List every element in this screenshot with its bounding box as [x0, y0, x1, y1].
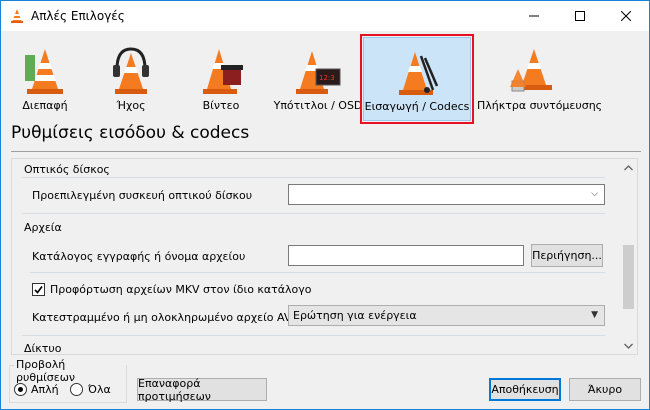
group-separator [22, 213, 605, 214]
section-title: Ρυθμίσεις εισόδου & codecs [11, 123, 250, 143]
svg-text:12:3: 12:3 [319, 74, 335, 82]
record-dir-label: Κατάλογος εγγραφής ή όνομα αρχείου [32, 250, 246, 263]
damaged-avi-label: Κατεστραμμένο ή μη ολοκληρωμένο αρχείο A… [32, 311, 295, 324]
preload-mkv-label: Προφόρτωση αρχείων MKV στον ίδιο κατάλογ… [50, 283, 312, 296]
chevron-down-icon: ⌵ [591, 189, 598, 199]
category-hotkeys[interactable]: Πλήκτρα συντόμευσης [477, 37, 603, 121]
group-title-files: Αρχεία [24, 221, 62, 234]
checkmark-icon [34, 286, 43, 294]
group-separator [22, 177, 605, 178]
show-settings-legend: Προβολή ρυθμίσεων [14, 358, 126, 384]
preferences-window: Απλές Επιλογές Διεπαφή Ήχος Βίντεο 12:3 … [0, 0, 650, 410]
show-simple-radio[interactable] [14, 383, 27, 396]
maximize-button[interactable] [557, 1, 603, 31]
interface-cone-icon [25, 49, 63, 94]
close-button[interactable] [603, 1, 649, 31]
damaged-avi-combo[interactable]: Ερώτηση για ενέργεια ▼ [288, 305, 605, 326]
save-button[interactable]: Αποθήκευση [489, 378, 561, 401]
cancel-button[interactable]: Άκυρο [569, 378, 641, 401]
category-label: Ήχος [116, 99, 146, 112]
vertical-scrollbar[interactable] [620, 159, 637, 354]
show-simple-label: Απλή [31, 383, 59, 396]
group-separator [22, 335, 605, 336]
show-all-radio[interactable] [70, 383, 83, 396]
vlc-app-icon [11, 9, 23, 23]
minimize-icon [529, 15, 539, 17]
input-codecs-cone-icon [399, 52, 439, 95]
close-icon [621, 11, 631, 21]
preload-mkv-checkbox[interactable] [32, 283, 45, 296]
scroll-thumb[interactable] [623, 245, 634, 309]
category-label: Βίντεο [202, 99, 240, 112]
category-label: Εισαγωγή / Codecs [364, 100, 470, 113]
record-dir-input[interactable] [288, 245, 524, 266]
window-title: Απλές Επιλογές [31, 9, 125, 23]
row-separator [30, 272, 605, 273]
video-cone-icon [203, 49, 243, 94]
group-title-network: Δίκτυο [24, 342, 62, 355]
category-subtitles-osd[interactable]: 12:3 Υπότιτλοι / OSD [273, 37, 363, 121]
maximize-icon [575, 11, 585, 21]
group-title-optical: Οπτικός δίσκος [24, 163, 110, 176]
category-audio[interactable]: Ήχος [95, 37, 167, 121]
default-optical-device-combo[interactable]: ⌵ [288, 184, 605, 205]
category-toolbar: Διεπαφή Ήχος Βίντεο 12:3 Υπότιτλοι / OSD… [1, 31, 649, 124]
hotkeys-cone-icon [510, 49, 552, 92]
browse-button[interactable]: Περιήγηση... [531, 244, 603, 267]
category-interface[interactable]: Διεπαφή [9, 37, 81, 121]
default-optical-device-label: Προεπιλεγμένη συσκευή οπτικού δίσκου [32, 189, 253, 202]
show-settings-group: Προβολή ρυθμίσεων Απλή Όλα [9, 358, 127, 403]
title-bar: Απλές Επιλογές [1, 1, 649, 31]
subtitles-cone-icon: 12:3 [296, 51, 341, 94]
category-label: Πλήκτρα συντόμευσης [477, 99, 603, 112]
triangle-down-icon: ▼ [591, 310, 598, 320]
category-video[interactable]: Βίντεο [181, 37, 261, 121]
divider [11, 151, 641, 152]
scroll-up-icon[interactable] [620, 159, 637, 176]
combo-value: Ερώτηση για ενέργεια [293, 309, 417, 322]
audio-headphones-cone-icon [113, 47, 149, 94]
show-all-label: Όλα [88, 383, 111, 396]
category-input-codecs[interactable]: Εισαγωγή / Codecs [360, 34, 474, 124]
settings-panel[interactable]: Οπτικός δίσκος Προεπιλεγμένη συσκευή οπτ… [11, 158, 638, 355]
reset-preferences-button[interactable]: Επαναφορά προτιμήσεων [137, 377, 267, 403]
category-label: Διεπαφή [22, 99, 68, 112]
minimize-button[interactable] [511, 1, 557, 31]
scroll-down-icon[interactable] [620, 337, 637, 354]
category-label: Υπότιτλοι / OSD [273, 99, 363, 112]
